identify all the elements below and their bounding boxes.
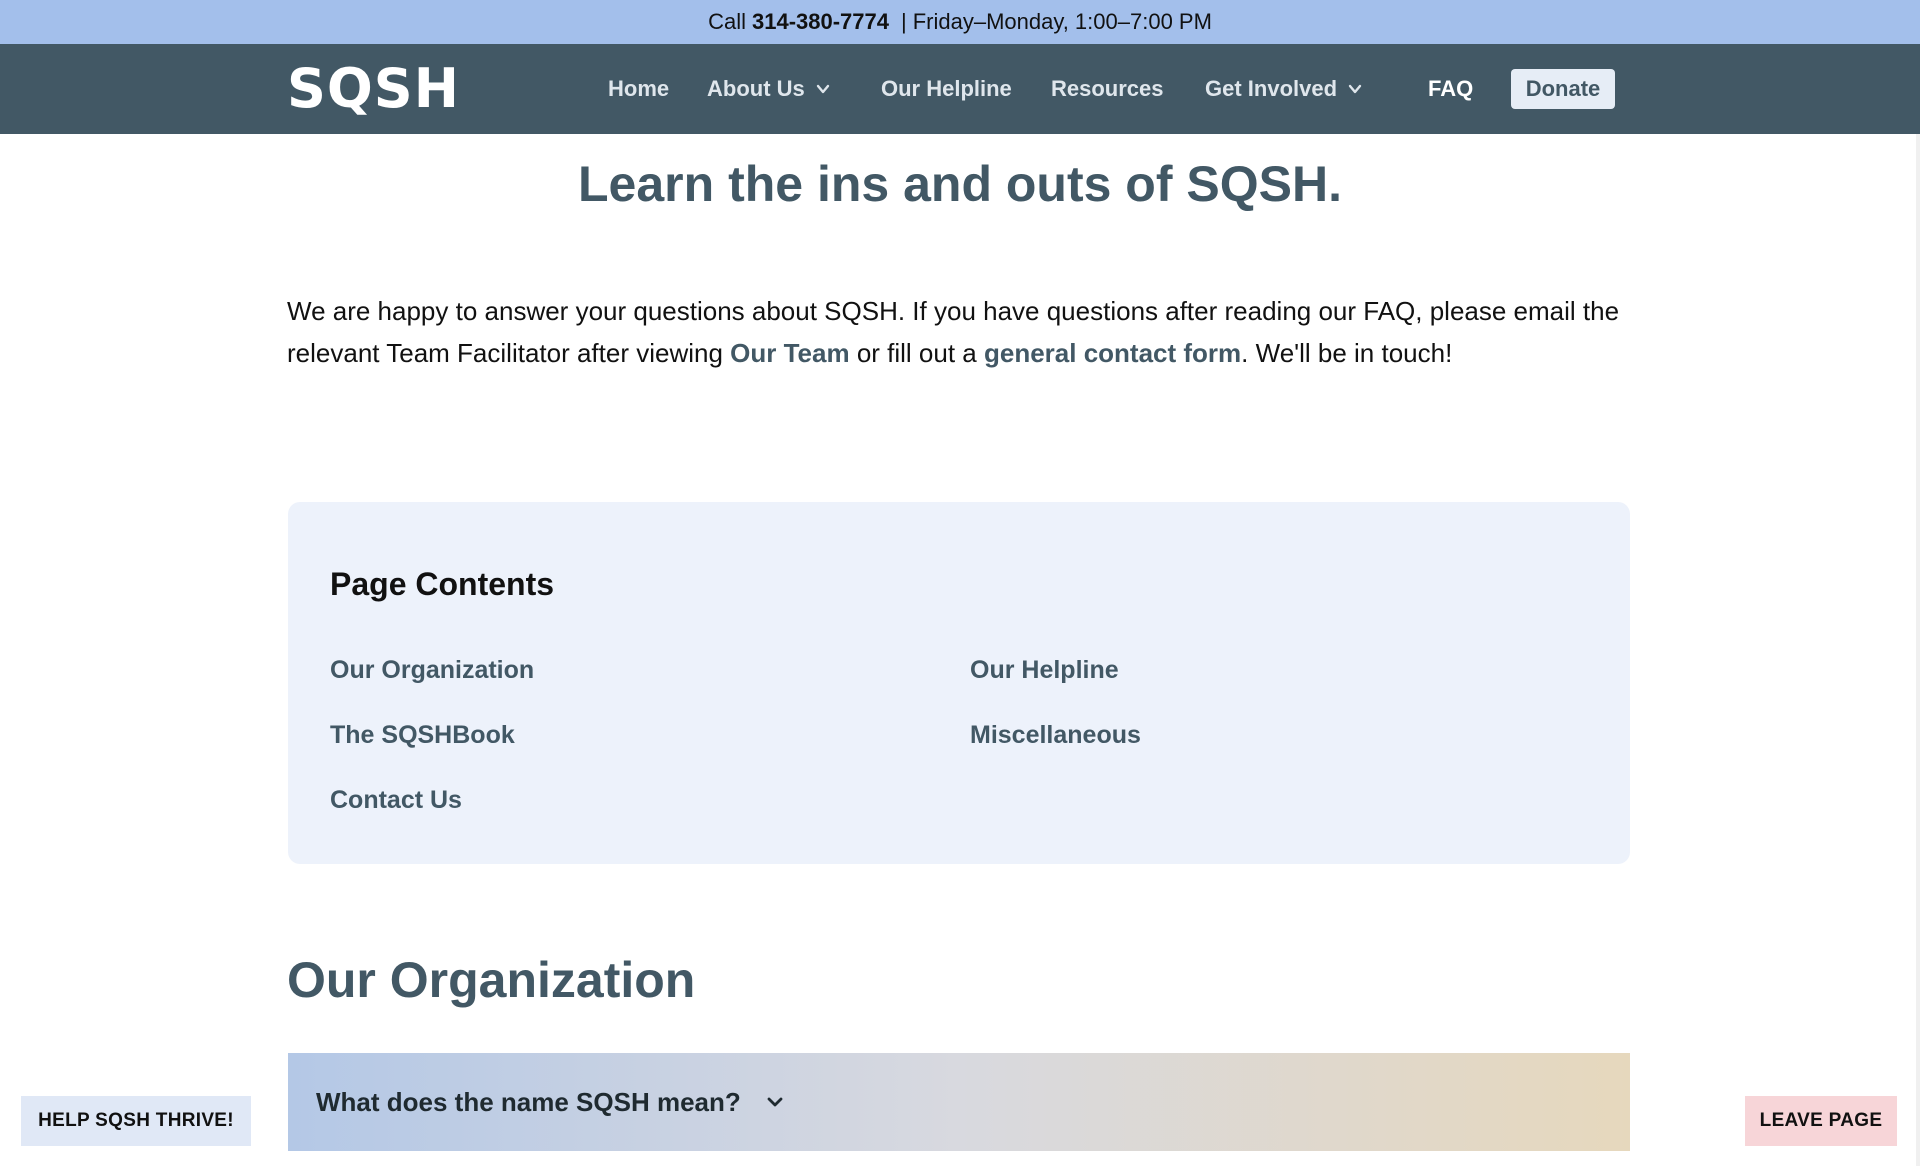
call-prefix: Call — [708, 9, 746, 34]
nav-item-label: Home — [608, 76, 670, 101]
nav-item-label: About Us — [707, 76, 805, 101]
faq-accordion-item[interactable]: What does the name SQSH mean? — [288, 1053, 1630, 1151]
nav-item-label: Our Helpline — [881, 76, 1012, 101]
nav-item-label: Get Involved — [1205, 76, 1338, 101]
toc-link-our-organization[interactable]: Our Organization — [330, 654, 534, 686]
section-title-our-organization: Our Organization — [287, 952, 696, 1008]
toc-link-our-helpline[interactable]: Our Helpline — [970, 654, 1119, 686]
nav-item-home[interactable]: Home — [608, 44, 669, 134]
help-sqsh-thrive-button[interactable]: HELP SQSH THRIVE! — [21, 1096, 251, 1146]
toc-link-contact-us[interactable]: Contact Us — [330, 784, 462, 816]
our-team-link[interactable]: Our Team — [730, 338, 849, 368]
scrollbar-track[interactable] — [1916, 134, 1920, 1166]
announcement-bar: Call 314-380-7774 | Friday–Monday, 1:00–… — [0, 0, 1920, 44]
nav-item-get-involved[interactable]: Get Involved — [1205, 44, 1363, 134]
site-logo[interactable]: SQSH — [287, 56, 460, 122]
chevron-down-icon — [815, 81, 831, 97]
nav-item-resources[interactable]: Resources — [1051, 44, 1164, 134]
leave-page-button[interactable]: LEAVE PAGE — [1745, 1096, 1897, 1146]
page-title: Learn the ins and outs of SQSH. — [578, 156, 1342, 212]
accordion-question: What does the name SQSH mean? — [316, 1086, 741, 1117]
toc-link-miscellaneous[interactable]: Miscellaneous — [970, 719, 1141, 751]
nav-item-label: FAQ — [1428, 76, 1474, 101]
donate-button[interactable]: Donate — [1511, 69, 1615, 109]
general-contact-form-link[interactable]: general contact form — [984, 338, 1241, 368]
chevron-down-icon — [1347, 81, 1363, 97]
nav-item-our-helpline[interactable]: Our Helpline — [881, 44, 1012, 134]
intro-text-after: . We'll be in touch! — [1241, 338, 1453, 368]
nav-item-about-us[interactable]: About Us — [707, 44, 831, 134]
main-nav: SQSH Home About Us Our Helpline Resource… — [0, 44, 1920, 134]
page-contents-title: Page Contents — [330, 566, 555, 602]
chevron-down-icon — [765, 1092, 785, 1112]
phone-link[interactable]: 314-380-7774 — [752, 9, 889, 35]
separator: | — [901, 9, 907, 34]
intro-text-middle: or fill out a — [849, 338, 984, 368]
hours-text: Friday–Monday, 1:00–7:00 PM — [912, 9, 1212, 34]
intro-paragraph: We are happy to answer your questions ab… — [287, 290, 1627, 374]
nav-item-faq[interactable]: FAQ — [1428, 44, 1473, 134]
toc-link-the-sqshbook[interactable]: The SQSHBook — [330, 719, 515, 751]
nav-item-label: Resources — [1051, 76, 1164, 101]
page-contents-box: Page Contents Our Organization Our Helpl… — [288, 502, 1630, 864]
